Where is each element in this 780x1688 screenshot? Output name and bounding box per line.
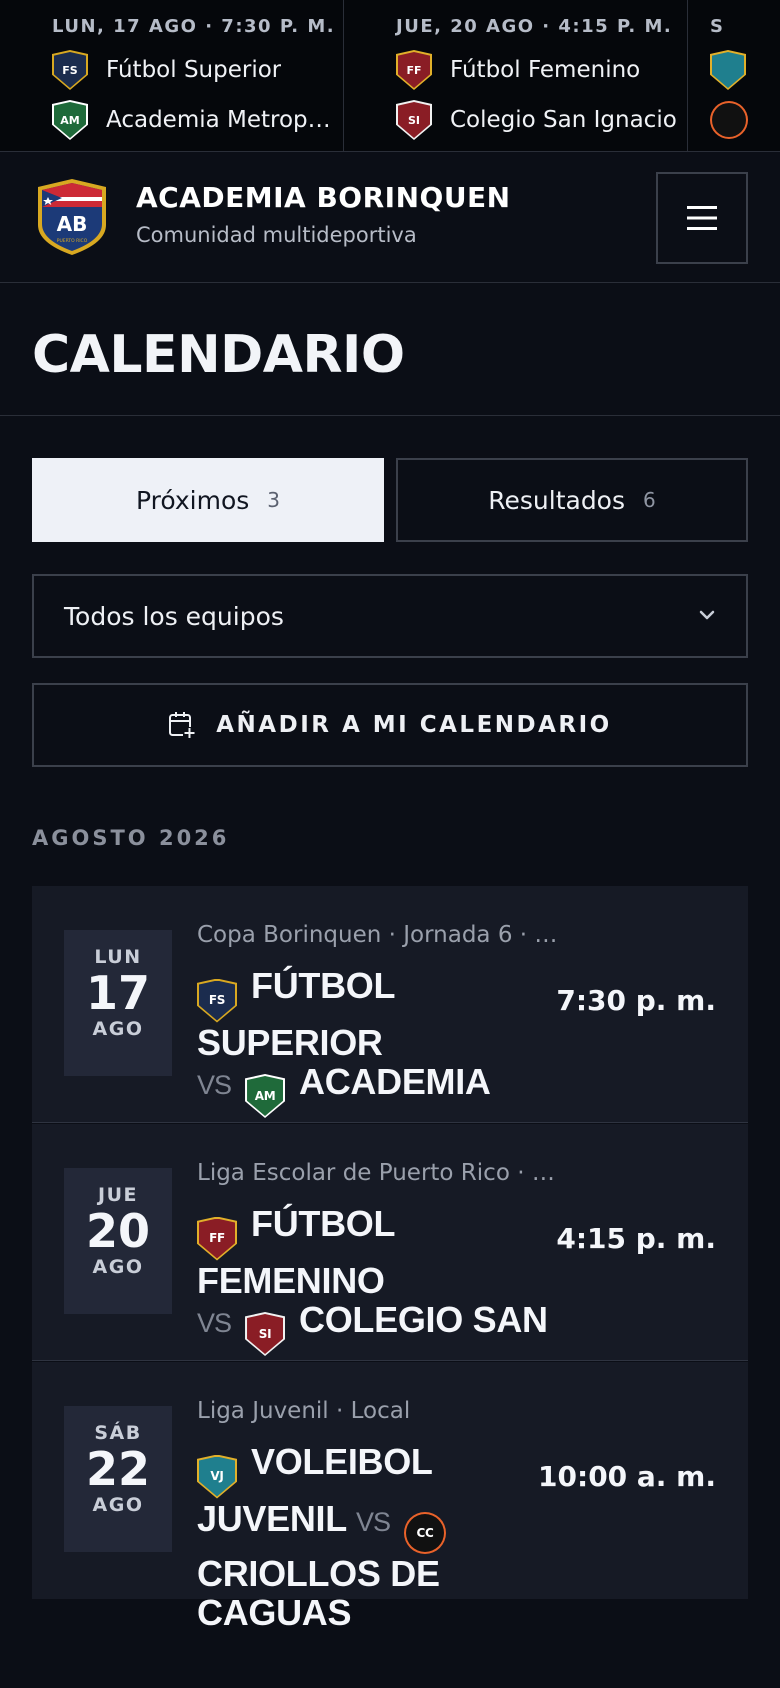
match-month: AGO <box>92 1256 144 1278</box>
site-header: AB PUERTO RICO ACADEMIA BORINQUEN Comuni… <box>0 153 780 283</box>
match-date: LUN 17 AGO <box>64 930 172 1076</box>
match-day: 20 <box>85 1204 150 1258</box>
brand-subtitle: Comunidad multideportiva <box>136 223 417 247</box>
ticker-home-team: Fútbol Superior <box>106 57 282 83</box>
tab-label: Próximos <box>135 485 250 515</box>
tab-count: 3 <box>267 488 281 512</box>
match-card[interactable]: JUE 20 AGO Liga Escolar de Puerto Rico ·… <box>32 1124 748 1395</box>
match-time: 10:00 a. m. <box>538 1460 716 1493</box>
match-ticker: LUN, 17 AGO · 7:30 P. M. FS Fútbol Super… <box>0 0 780 152</box>
tab-label: Resultados <box>488 485 626 515</box>
ticker-date: JUE, 20 AGO · 4:15 P. M. <box>396 16 673 37</box>
ticker-away-team: Academia Metropolitana <box>106 107 343 133</box>
futbol-superior-crest-icon: FS <box>52 50 88 90</box>
divider <box>0 415 780 416</box>
match-weekday: JUE <box>98 1184 138 1206</box>
match-weekday: SÁB <box>94 1422 142 1444</box>
match-card[interactable]: SÁB 22 AGO Liga Juvenil · Local VJ VOLEIB… <box>32 1362 748 1632</box>
away-team: CRIOLLOS DE CAGUAS <box>197 1553 440 1633</box>
voleibol-juvenil-crest-icon: VJ <box>197 1454 237 1499</box>
criollos-de-caguas-crest-icon: CC <box>404 1512 447 1554</box>
match-date: JUE 20 AGO <box>64 1168 172 1314</box>
hamburger-icon <box>687 206 717 230</box>
voleibol-juvenil-crest-icon <box>710 50 746 90</box>
logo-ribbon: PUERTO RICO <box>57 238 88 244</box>
vs-label: VS <box>356 1506 391 1537</box>
futbol-femenino-crest-icon: FF <box>197 1216 237 1261</box>
match-competition: Liga Juvenil · Local <box>197 1398 411 1424</box>
ticker-item[interactable]: S <box>688 0 780 151</box>
futbol-superior-crest-icon: FS <box>197 978 237 1023</box>
add-to-calendar-label: AÑADIR A MI CALENDARIO <box>216 712 612 738</box>
vs-label: VS <box>197 1069 232 1100</box>
colegio-san-ignacio-crest-icon: SI <box>396 100 432 140</box>
menu-button[interactable] <box>656 172 748 264</box>
match-month: AGO <box>92 1494 144 1516</box>
home-team: VOLEIBOL JUVENIL <box>197 1441 432 1539</box>
match-weekday: LUN <box>94 946 142 968</box>
ticker-date: S <box>710 16 725 37</box>
month-heading: AGOSTO 2026 <box>32 826 230 850</box>
futbol-femenino-crest-icon: FF <box>396 50 432 90</box>
calendar-add-icon <box>169 712 197 739</box>
ticker-date: LUN, 17 AGO · 7:30 P. M. <box>52 16 336 37</box>
brand-title[interactable]: ACADEMIA BORINQUEN <box>136 181 511 214</box>
match-card[interactable]: LUN 17 AGO Copa Borinquen · Jornada 6 · … <box>32 886 748 1157</box>
tab-resultados[interactable]: Resultados 6 <box>396 458 748 542</box>
criollos-crest-icon <box>710 101 748 139</box>
ticker-away-team: Colegio San Ignacio <box>450 107 677 133</box>
match-day: 17 <box>85 966 150 1020</box>
add-to-calendar-button[interactable]: AÑADIR A MI CALENDARIO <box>32 683 748 767</box>
academia-metropolitana-crest-icon: AM <box>245 1074 286 1118</box>
team-filter-select[interactable]: Todos los equipos <box>32 574 748 658</box>
match-date: SÁB 22 AGO <box>64 1406 172 1552</box>
match-time: 7:30 p. m. <box>556 984 716 1017</box>
ticker-home-team: Fútbol Femenino <box>450 57 641 83</box>
match-time: 4:15 p. m. <box>556 1222 716 1255</box>
logo-abbr: AB <box>57 212 88 236</box>
academia-borinquen-logo-icon[interactable]: AB PUERTO RICO <box>36 177 108 257</box>
page-title: CALENDARIO <box>32 325 405 385</box>
academia-metropolitana-crest-icon: AM <box>52 100 88 140</box>
colegio-san-ignacio-crest-icon: SI <box>245 1312 286 1356</box>
match-day: 22 <box>85 1442 150 1496</box>
vs-label: VS <box>197 1307 232 1338</box>
team-filter-value: Todos los equipos <box>64 601 284 631</box>
chevron-down-icon <box>699 610 715 620</box>
match-competition: Copa Borinquen · Jornada 6 · … <box>197 922 558 948</box>
tab-count: 6 <box>643 488 656 512</box>
ticker-item[interactable]: JUE, 20 AGO · 4:15 P. M. FF Fútbol Femen… <box>344 0 688 151</box>
match-month: AGO <box>92 1018 144 1040</box>
match-competition: Liga Escolar de Puerto Rico · … <box>197 1160 555 1186</box>
tab-proximos[interactable]: Próximos 3 <box>32 458 384 542</box>
match-teams: VJ VOLEIBOL JUVENIL VS CC CRIOLLOS DE CAGU… <box>197 1442 562 1632</box>
ticker-item[interactable]: LUN, 17 AGO · 7:30 P. M. FS Fútbol Super… <box>0 0 344 151</box>
